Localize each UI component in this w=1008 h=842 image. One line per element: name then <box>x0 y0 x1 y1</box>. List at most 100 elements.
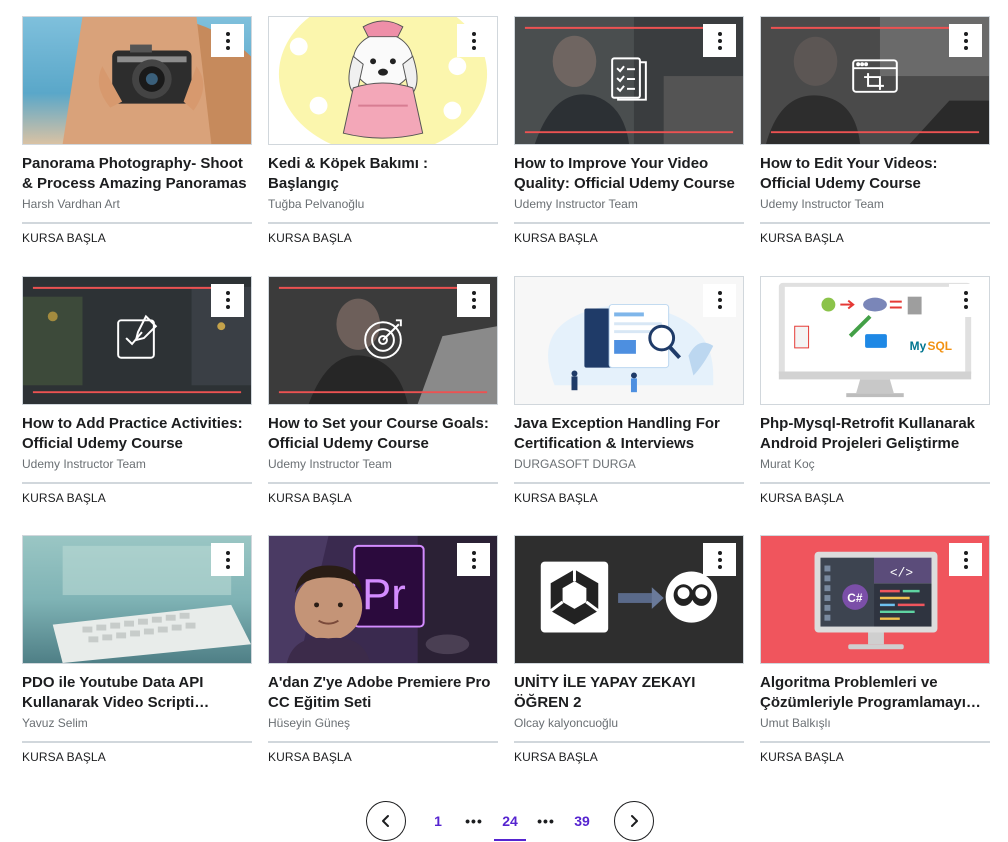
course-title[interactable]: Panorama Photography- Shoot & Process Am… <box>22 154 252 194</box>
course-thumbnail[interactable] <box>760 16 990 145</box>
course-author: Udemy Instructor Team <box>760 197 884 211</box>
divider <box>760 222 990 224</box>
start-course-link[interactable]: KURSA BAŞLA <box>22 490 252 506</box>
course-author: Udemy Instructor Team <box>514 197 638 211</box>
vertical-dots-icon <box>471 550 476 569</box>
course-title[interactable]: Java Exception Handling For Certificatio… <box>514 414 744 454</box>
more-options-button[interactable] <box>703 543 736 576</box>
more-options-button[interactable] <box>949 283 982 317</box>
divider <box>22 481 252 484</box>
course-card[interactable]: Panorama Photography- Shoot & Process Am… <box>22 16 252 276</box>
more-options-button[interactable] <box>457 24 490 57</box>
svg-text:Pr: Pr <box>362 571 406 619</box>
page-link-current[interactable]: 24 <box>494 801 526 841</box>
more-options-button[interactable] <box>457 283 490 317</box>
course-card[interactable]: How to Edit Your Videos: Official Udemy … <box>760 16 990 276</box>
page-link-last[interactable]: 39 <box>566 801 598 841</box>
svg-text:SQL: SQL <box>928 338 952 352</box>
divider <box>22 222 252 224</box>
vertical-dots-icon <box>471 291 476 309</box>
course-thumbnail[interactable] <box>268 275 498 405</box>
start-course-link[interactable]: KURSA BAŞLA <box>514 749 744 765</box>
pagination-ellipsis: ••• <box>537 813 555 829</box>
course-card[interactable]: PDO ile Youtube Data API Kullanarak Vide… <box>22 535 252 795</box>
vertical-dots-icon <box>717 291 722 309</box>
start-course-link[interactable]: KURSA BAŞLA <box>268 230 498 246</box>
course-card[interactable]: UNİTY İLE YAPAY ZEKAYI ÖĞREN 2 Olcay kal… <box>514 535 744 795</box>
start-course-link[interactable]: KURSA BAŞLA <box>514 230 744 246</box>
course-card[interactable]: How to Add Practice Activities: Official… <box>22 275 252 536</box>
course-thumbnail[interactable] <box>22 535 252 664</box>
course-card[interactable]: Pr A'dan Z'ye Adobe Premiere Pro CC Eğit… <box>268 535 498 795</box>
course-author: Yavuz Selim <box>22 716 88 730</box>
course-author: Murat Koç <box>760 456 815 471</box>
start-course-link[interactable]: KURSA BAŞLA <box>268 490 498 506</box>
course-thumbnail[interactable] <box>514 535 744 664</box>
course-title[interactable]: Php-Mysql-Retrofit Kullanarak Android Pr… <box>760 414 990 454</box>
svg-text:</>: </> <box>890 565 913 580</box>
course-thumbnail[interactable]: Pr <box>268 535 498 664</box>
page-link-first[interactable]: 1 <box>422 801 454 841</box>
course-thumbnail[interactable] <box>514 275 744 405</box>
course-thumbnail[interactable] <box>22 275 252 405</box>
divider <box>268 481 498 484</box>
course-title[interactable]: How to Improve Your Video Quality: Offic… <box>514 154 744 194</box>
start-course-link[interactable]: KURSA BAŞLA <box>268 749 498 765</box>
divider <box>268 222 498 224</box>
course-title[interactable]: PDO ile Youtube Data API Kullanarak Vide… <box>22 673 252 713</box>
course-title[interactable]: UNİTY İLE YAPAY ZEKAYI ÖĞREN 2 <box>514 673 744 713</box>
course-author: Umut Balkışlı <box>760 716 831 730</box>
start-course-link[interactable]: KURSA BAŞLA <box>22 749 252 765</box>
course-thumbnail[interactable]: </> C# <box>760 535 990 664</box>
course-thumbnail[interactable] <box>514 16 744 145</box>
course-title[interactable]: How to Edit Your Videos: Official Udemy … <box>760 154 990 194</box>
vertical-dots-icon <box>717 550 722 569</box>
vertical-dots-icon <box>963 31 968 50</box>
divider <box>514 481 744 484</box>
start-course-link[interactable]: KURSA BAŞLA <box>514 490 744 506</box>
course-card[interactable]: How to Set your Course Goals: Official U… <box>268 275 498 536</box>
start-course-link[interactable]: KURSA BAŞLA <box>760 490 990 506</box>
course-card[interactable]: Kedi & Köpek Bakımı : Başlangıç Tuğba Pe… <box>268 16 498 276</box>
pagination-ellipsis: ••• <box>465 813 483 829</box>
course-author: Tuğba Pelvanoğlu <box>268 197 365 211</box>
more-options-button[interactable] <box>211 283 244 317</box>
more-options-button[interactable] <box>703 283 736 317</box>
course-author: Udemy Instructor Team <box>268 456 392 471</box>
start-course-link[interactable]: KURSA BAŞLA <box>22 230 252 246</box>
course-title[interactable]: Algoritma Problemleri ve Çözümleriyle Pr… <box>760 673 990 713</box>
previous-page-button[interactable] <box>366 801 406 841</box>
vertical-dots-icon <box>717 31 722 50</box>
vertical-dots-icon <box>963 291 968 309</box>
vertical-dots-icon <box>225 291 230 309</box>
next-page-button[interactable] <box>614 801 654 841</box>
chevron-left-icon <box>382 815 389 827</box>
course-card[interactable]: How to Improve Your Video Quality: Offic… <box>514 16 744 276</box>
course-thumbnail[interactable]: My SQL <box>760 275 990 405</box>
course-card[interactable]: </> C# Algoritma Problemleri ve Çözümler… <box>760 535 990 795</box>
vertical-dots-icon <box>471 31 476 50</box>
start-course-link[interactable]: KURSA BAŞLA <box>760 749 990 765</box>
course-thumbnail[interactable] <box>22 16 252 145</box>
more-options-button[interactable] <box>949 543 982 576</box>
more-options-button[interactable] <box>703 24 736 57</box>
divider <box>268 741 498 743</box>
more-options-button[interactable] <box>457 543 490 576</box>
pagination: 1 ••• 24 ••• 39 <box>366 801 654 841</box>
course-card[interactable]: Java Exception Handling For Certificatio… <box>514 275 744 536</box>
divider <box>514 222 744 224</box>
more-options-button[interactable] <box>211 543 244 576</box>
more-options-button[interactable] <box>211 24 244 57</box>
divider <box>760 481 990 484</box>
vertical-dots-icon <box>225 550 230 569</box>
chevron-right-icon <box>631 815 638 827</box>
start-course-link[interactable]: KURSA BAŞLA <box>760 230 990 246</box>
course-card[interactable]: My SQL Php-Mysql-Retrofit Kullanarak And… <box>760 275 990 536</box>
course-title[interactable]: How to Set your Course Goals: Official U… <box>268 414 498 454</box>
course-title[interactable]: Kedi & Köpek Bakımı : Başlangıç <box>268 154 498 194</box>
course-title[interactable]: A'dan Z'ye Adobe Premiere Pro CC Eğitim … <box>268 673 498 713</box>
course-title[interactable]: How to Add Practice Activities: Official… <box>22 414 252 454</box>
course-thumbnail[interactable] <box>268 16 498 145</box>
more-options-button[interactable] <box>949 24 982 57</box>
divider <box>760 741 990 743</box>
